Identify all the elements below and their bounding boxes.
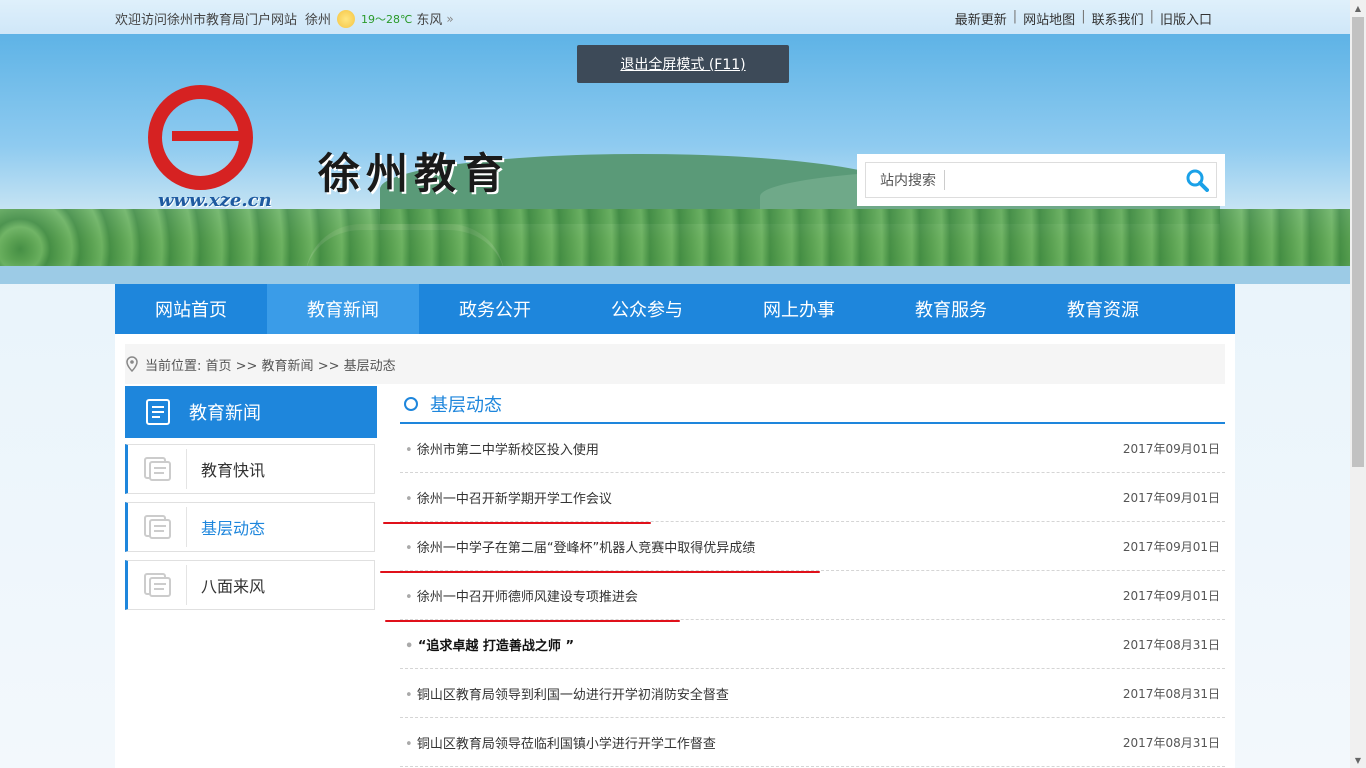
nav-home[interactable]: 网站首页 xyxy=(115,284,267,334)
link-contact-us[interactable]: 联系我们 xyxy=(1086,9,1150,28)
news-date: 2017年09月01日 xyxy=(1122,588,1220,603)
sun-icon xyxy=(337,9,356,28)
site-search: 站内搜索 xyxy=(857,154,1225,206)
news-date: 2017年09月01日 xyxy=(1122,490,1220,505)
news-date: 2017年08月31日 xyxy=(1122,735,1220,750)
page-scrollbar[interactable]: ▲ ▼ xyxy=(1350,0,1366,768)
sidebar-item-label: 八面来风 xyxy=(201,577,266,596)
breadcrumb: 当前位置: 首页 >> 教育新闻 >> 基层动态 xyxy=(125,344,1225,384)
sidebar-item-education-express[interactable]: 教育快讯 xyxy=(125,444,375,494)
sidebar-item-all-sides[interactable]: 八面来风 xyxy=(125,560,375,610)
logo-url: www.xze.cn xyxy=(158,190,272,211)
sidebar-item-label: 基层动态 xyxy=(201,519,266,538)
search-icon[interactable] xyxy=(1182,165,1212,195)
nav-government-affairs[interactable]: 政务公开 xyxy=(419,284,571,334)
news-date: 2017年08月31日 xyxy=(1122,637,1220,652)
banner-trees xyxy=(0,209,1350,269)
news-date: 2017年09月01日 xyxy=(1122,441,1220,456)
document-icon xyxy=(145,398,171,426)
news-title[interactable]: 徐州市第二中学新校区投入使用 xyxy=(400,439,599,458)
site-logo[interactable]: 徐州教育 www.xze.cn xyxy=(128,85,523,215)
news-row[interactable]: 铜山区教育局领导到利国一幼进行开学初消防安全督查 2017年08月31日 xyxy=(400,669,1225,718)
search-input[interactable] xyxy=(945,165,1182,195)
chevron-right-icon[interactable]: » xyxy=(446,12,453,26)
search-label: 站内搜索 xyxy=(866,170,945,190)
nav-education-news[interactable]: 教育新闻 xyxy=(267,284,419,334)
news-row[interactable]: 徐州一中召开师德师风建设专项推进会 2017年09月01日 xyxy=(385,571,1225,622)
exit-fullscreen-button[interactable]: 退出全屏模式 (F11) xyxy=(577,45,789,83)
section-title: 基层动态 xyxy=(400,386,1225,424)
news-row[interactable]: 铜山区教育局领导莅临利国镇小学进行开学工作督查 2017年08月31日 xyxy=(400,718,1225,767)
news-date: 2017年08月31日 xyxy=(1122,686,1220,701)
news-row[interactable]: 徐州市第二中学新校区投入使用 2017年09月01日 xyxy=(400,424,1225,473)
scrollbar-thumb[interactable] xyxy=(1352,17,1364,467)
link-latest-updates[interactable]: 最新更新 xyxy=(949,9,1013,28)
sidebar-item-grassroots-news[interactable]: 基层动态 xyxy=(125,502,375,552)
scroll-up-arrow-icon[interactable]: ▲ xyxy=(1350,0,1366,16)
news-title[interactable]: 铜山区教育局领导到利国一幼进行开学初消防安全督查 xyxy=(400,684,729,703)
top-bar: 欢迎访问徐州市教育局门户网站 徐州 19～28℃ 东风 » 最新更新 | 网站地图… xyxy=(0,0,1350,34)
news-row[interactable]: 徐州一中学子在第二届“登峰杯”机器人竞赛中取得优异成绩 2017年09月01日 xyxy=(380,522,1225,573)
news-title[interactable]: 铜山区教育局领导莅临利国镇小学进行开学工作督查 xyxy=(400,733,716,752)
news-icon xyxy=(128,507,187,547)
link-old-version[interactable]: 旧版入口 xyxy=(1154,9,1218,28)
nav-online-services[interactable]: 网上办事 xyxy=(723,284,875,334)
sidebar-header-label: 教育新闻 xyxy=(189,403,261,424)
scroll-down-arrow-icon[interactable]: ▼ xyxy=(1350,752,1366,768)
news-icon xyxy=(128,449,187,489)
logo-e-mark xyxy=(148,85,253,190)
location-pin-icon xyxy=(125,356,139,372)
welcome-text: 欢迎访问徐州市教育局门户网站 xyxy=(115,13,298,28)
news-title[interactable]: 徐州一中学子在第二届“登峰杯”机器人竞赛中取得优异成绩 xyxy=(400,537,755,556)
news-title[interactable]: 徐州一中召开新学期开学工作会议 xyxy=(400,488,612,507)
section-title-label: 基层动态 xyxy=(430,395,502,416)
sidebar-item-label: 教育快讯 xyxy=(201,461,266,480)
nav-education-services[interactable]: 教育服务 xyxy=(875,284,1027,334)
breadcrumb-text: 当前位置: 首页 >> 教育新闻 >> 基层动态 xyxy=(145,358,396,374)
sidebar-header: 教育新闻 xyxy=(125,386,377,438)
nav-public-participation[interactable]: 公众参与 xyxy=(571,284,723,334)
news-list: 徐州市第二中学新校区投入使用 2017年09月01日 徐州一中召开新学期开学工作… xyxy=(380,424,1225,767)
weather-wind: 东风 xyxy=(416,13,443,28)
top-links: 最新更新 | 网站地图 | 联系我们 | 旧版入口 xyxy=(949,9,1218,28)
link-site-map[interactable]: 网站地图 xyxy=(1017,9,1081,28)
news-icon xyxy=(128,565,187,605)
news-title[interactable]: 徐州一中召开师德师风建设专项推进会 xyxy=(400,586,638,605)
circle-icon xyxy=(404,397,418,411)
weather-temperature: 19～28℃ xyxy=(361,12,413,26)
news-date: 2017年09月01日 xyxy=(1122,539,1220,554)
news-title[interactable]: “追求卓越 打造善战之师 ” xyxy=(400,635,574,654)
welcome-area: 欢迎访问徐州市教育局门户网站 徐州 19～28℃ 东风 » xyxy=(115,9,454,28)
banner-water xyxy=(0,266,1350,284)
news-row[interactable]: 徐州一中召开新学期开学工作会议 2017年09月01日 xyxy=(383,473,1225,524)
main-nav: 网站首页 教育新闻 政务公开 公众参与 网上办事 教育服务 教育资源 xyxy=(115,284,1235,334)
logo-title: 徐州教育 xyxy=(318,149,511,198)
news-row[interactable]: “追求卓越 打造善战之师 ” 2017年08月31日 xyxy=(400,620,1225,669)
content-area: 当前位置: 首页 >> 教育新闻 >> 基层动态 教育新闻 教育快讯 基层动态 … xyxy=(115,334,1235,768)
weather-city: 徐州 xyxy=(305,13,332,28)
nav-education-resources[interactable]: 教育资源 xyxy=(1027,284,1179,334)
